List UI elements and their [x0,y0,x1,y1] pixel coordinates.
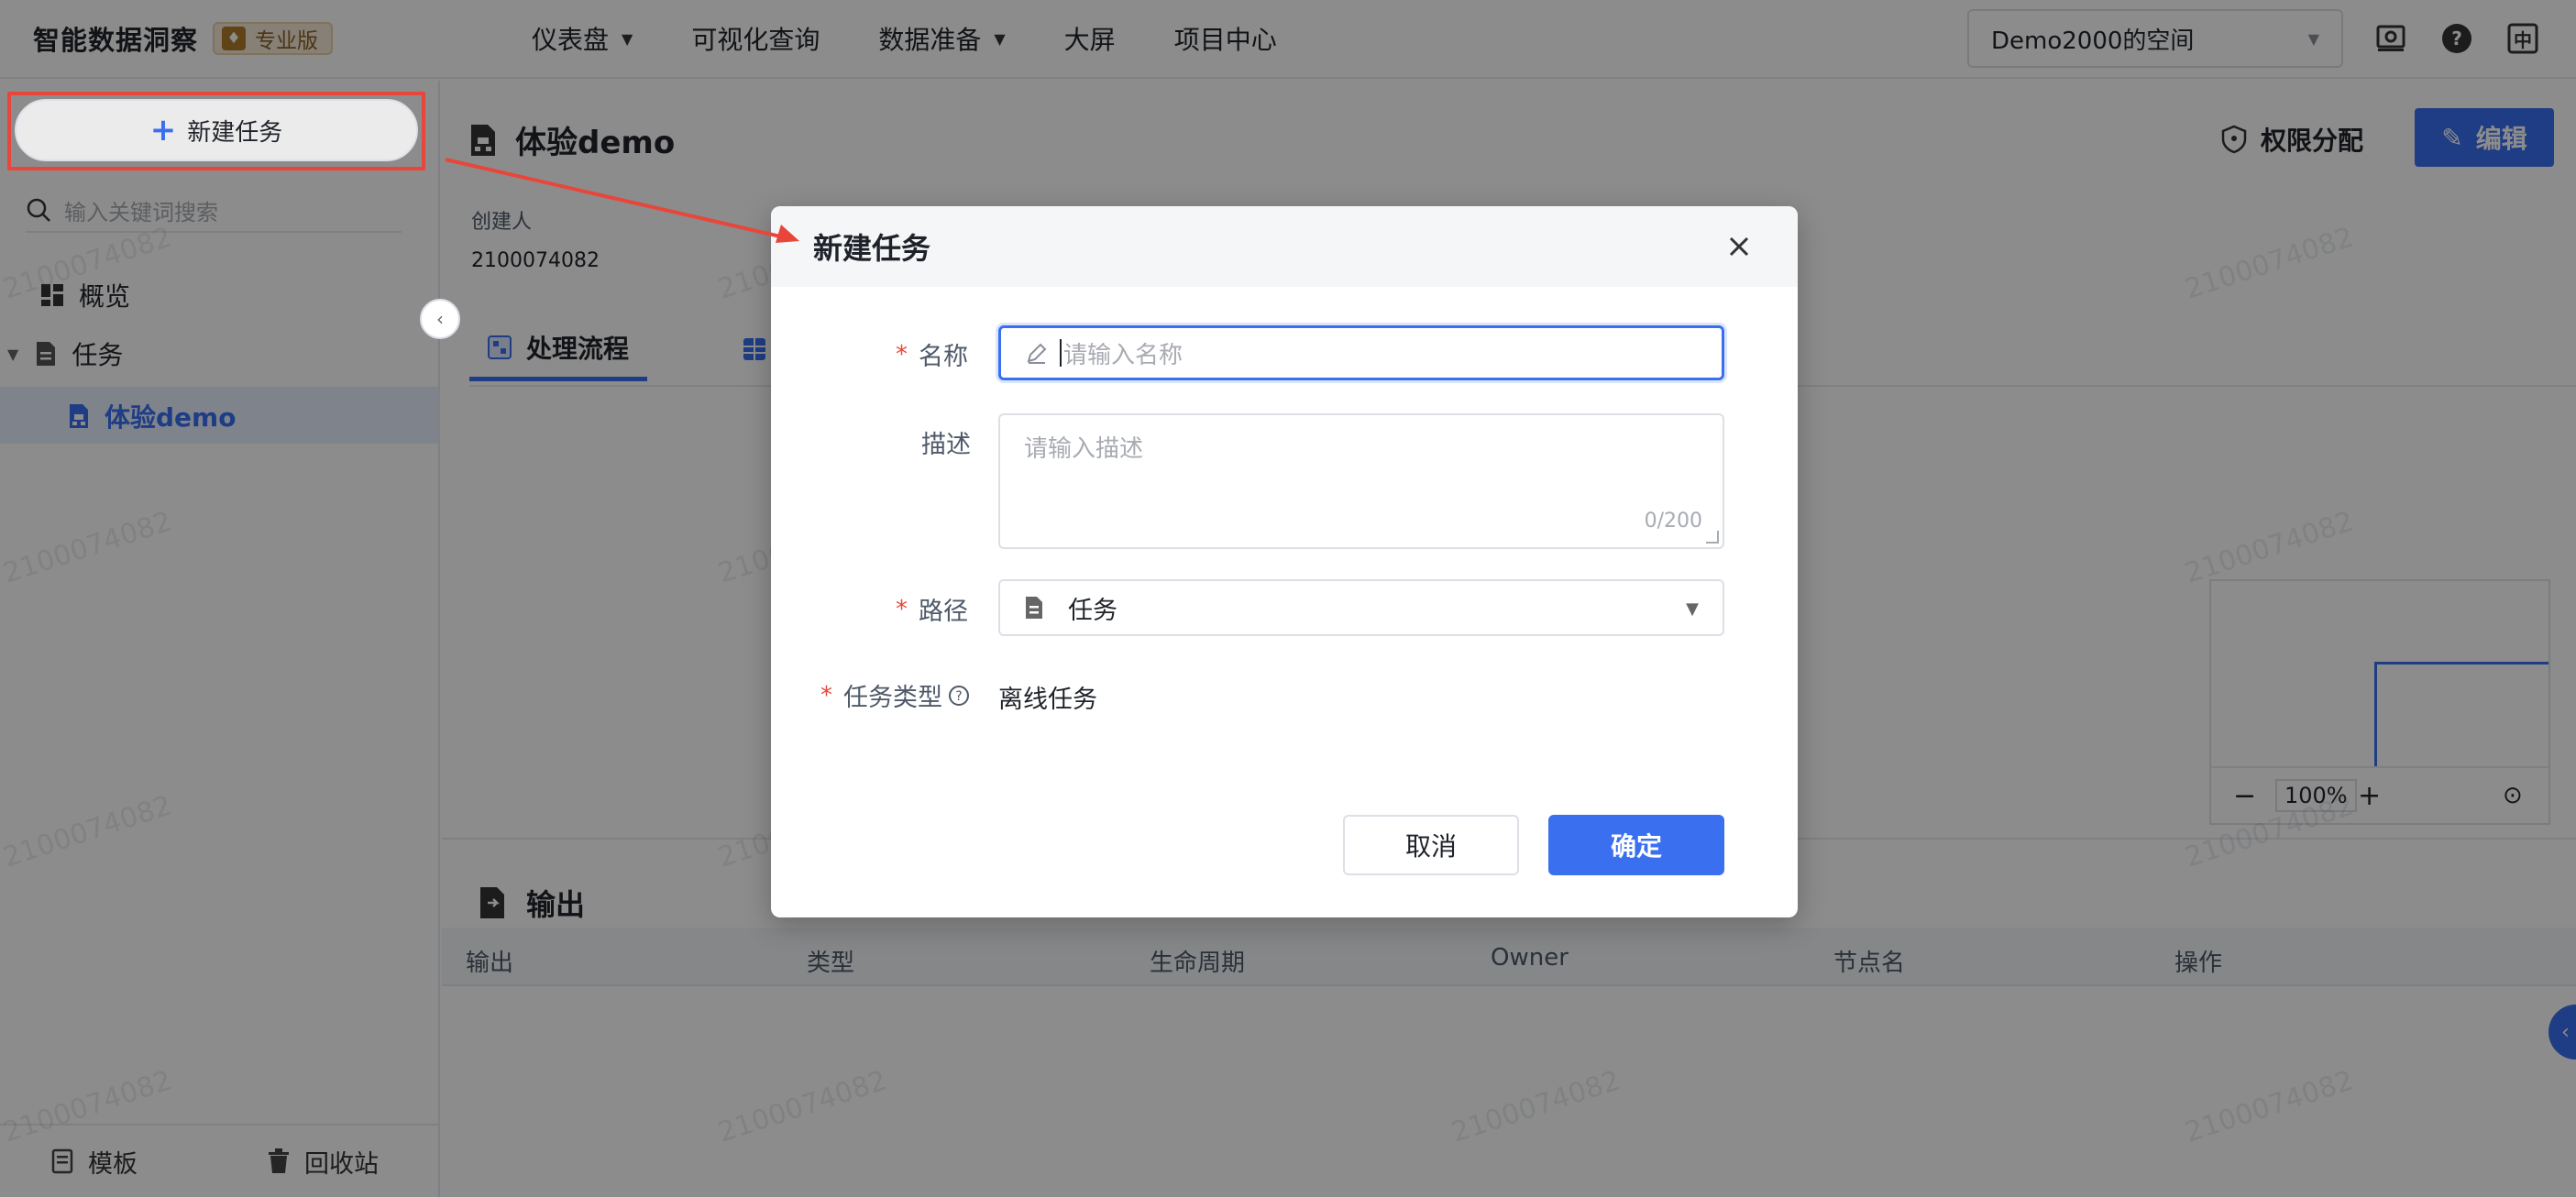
desc-placeholder: 请输入描述 [1024,435,1144,463]
path-select[interactable]: 任务 ▼ [998,579,1724,636]
type-label: * 任务类型 ? [820,677,970,713]
modal-title: 新建任务 [813,231,931,266]
caret-down-icon: ▼ [1686,599,1699,619]
cancel-button[interactable]: 取消 [1343,815,1519,875]
desc-label-text: 描述 [921,431,971,459]
desc-label: 描述 [921,424,971,460]
cancel-label: 取消 [1404,831,1457,862]
confirm-button[interactable]: 确定 [1548,815,1724,875]
modal-header: 新建任务 [771,206,1798,287]
confirm-label: 确定 [1610,831,1662,862]
task-type-value: 离线任务 [998,686,1097,714]
file-icon [1026,597,1042,619]
chevron-left-icon: ‹ [436,308,444,330]
name-label-text: 名称 [919,343,968,371]
desc-char-count: 0/200 [1644,510,1702,533]
path-label-text: 路径 [919,598,968,626]
new-task-label: 新建任务 [187,118,283,147]
plus-icon: + [149,112,177,148]
resize-handle[interactable] [1706,531,1719,544]
required-mark: * [896,595,908,623]
path-label: * 路径 [896,591,968,627]
name-input[interactable]: 请输入名称 [998,325,1724,380]
edit-icon [1027,343,1047,364]
help-circle-icon[interactable]: ? [948,685,970,707]
svg-text:?: ? [955,689,962,704]
close-icon [1729,236,1749,257]
description-textarea[interactable]: 请输入描述 0/200 [998,413,1724,549]
collapse-sidebar-button[interactable]: ‹ [420,299,460,339]
new-task-button-highlighted[interactable]: + 新建任务 [15,99,418,161]
path-select-value: 任务 [1068,596,1117,625]
name-input-placeholder: 请输入名称 [1063,341,1183,369]
required-mark: * [820,681,832,709]
text-cursor [1060,339,1062,367]
modal-close-button[interactable] [1721,228,1757,265]
name-label: * 名称 [896,336,968,372]
new-task-modal: 新建任务 * 名称 请输入名称 描述 请输入描述 0/200 * 路径 任务 ▼… [771,206,1798,917]
required-mark: * [896,340,908,368]
type-label-text: 任务类型 [843,684,942,712]
